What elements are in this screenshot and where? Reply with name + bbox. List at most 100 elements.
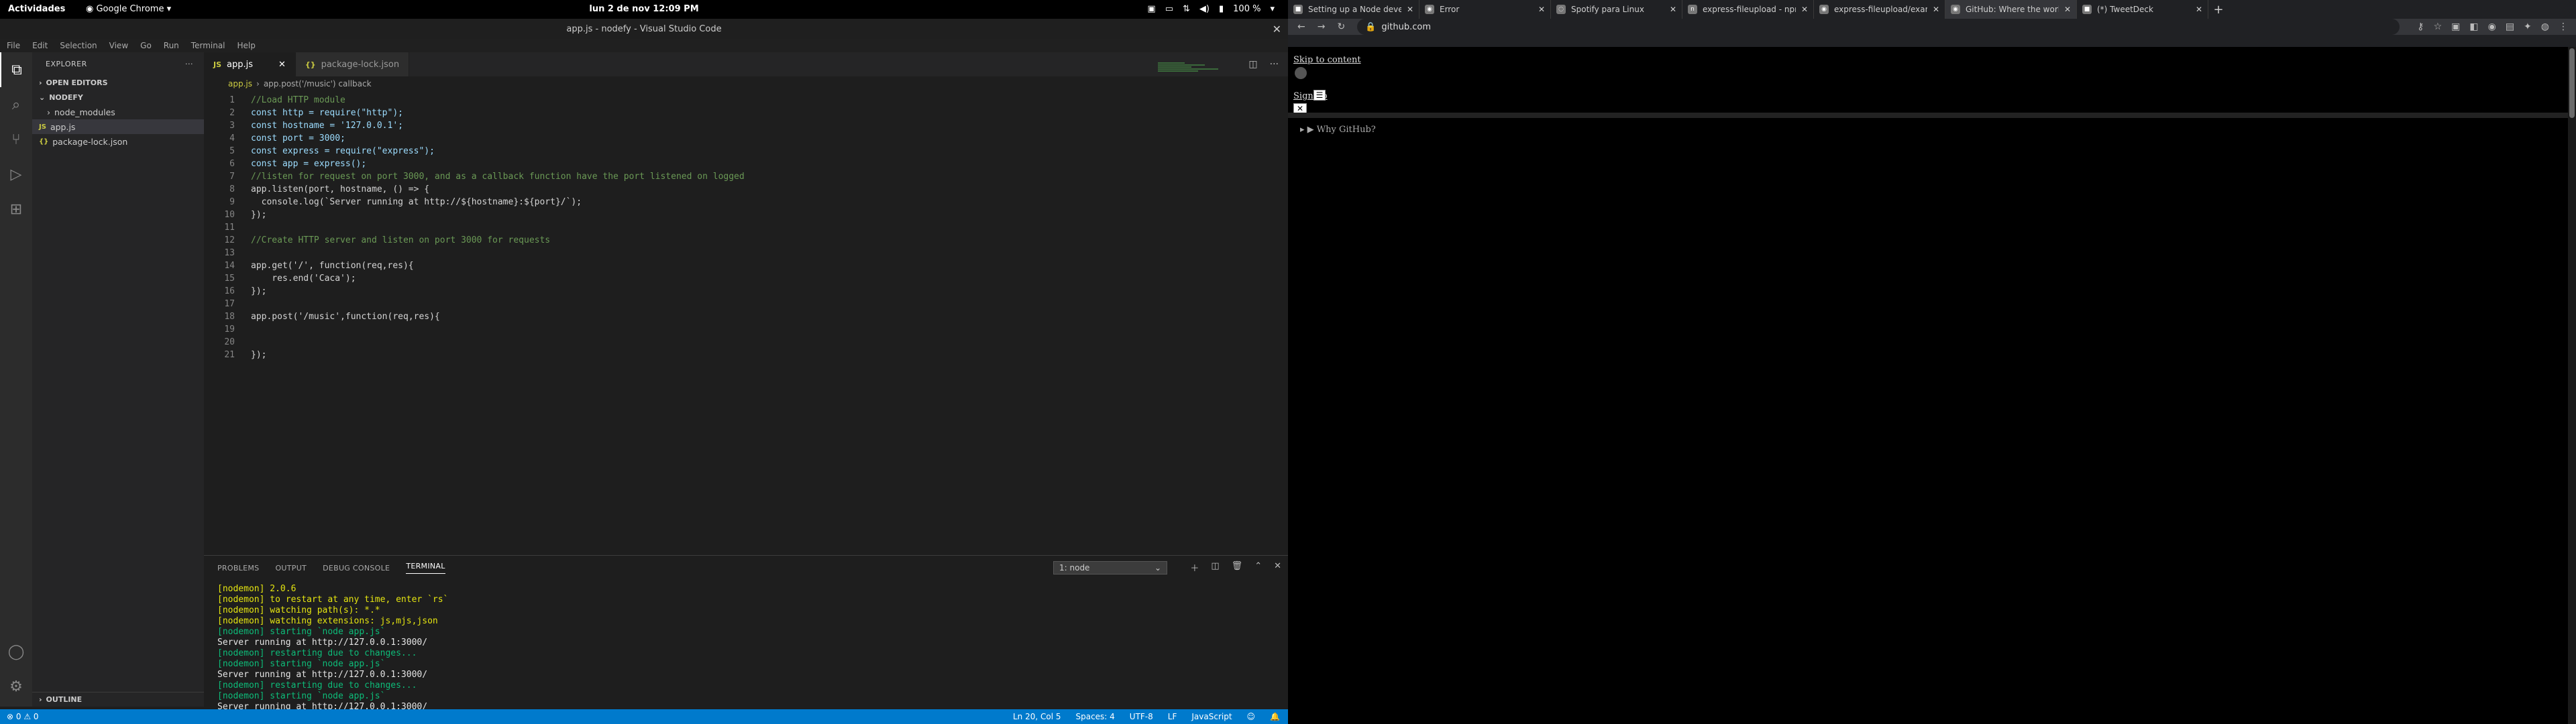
outline-section[interactable]: › OUTLINE (32, 692, 204, 707)
account-icon[interactable]: ◯ (0, 634, 32, 669)
problems-status[interactable]: ⊗ 0 ⚠ 0 (7, 712, 39, 721)
more-actions-icon[interactable]: ··· (1270, 59, 1279, 70)
tab-package-lock[interactable]: {} package-lock.json (295, 52, 410, 76)
clock[interactable]: lun 2 de nov 12:09 PM (0, 4, 1288, 14)
minimap[interactable] (1158, 62, 1225, 86)
chrome-tab[interactable]: n express-fileupload - npm ✕ (1682, 0, 1814, 19)
menu-terminal[interactable]: Terminal (191, 41, 225, 50)
favicon-icon: ◉ (1819, 5, 1829, 14)
scrollbar[interactable] (2568, 47, 2576, 724)
chrome-tab[interactable]: ◉ Error ✕ (1419, 0, 1551, 19)
hamburger-menu-icon[interactable]: ☰ (1313, 90, 1326, 101)
chrome-tab[interactable]: ■ (*) TweetDeck ✕ (2077, 0, 2208, 19)
menu-go[interactable]: Go (140, 41, 152, 50)
close-icon[interactable]: ✕ (1407, 5, 1413, 14)
language-mode[interactable]: JavaScript (1191, 712, 1232, 721)
close-icon[interactable]: ✕ (1538, 5, 1545, 14)
more-icon[interactable]: ··· (185, 60, 193, 68)
avatar[interactable]: ◍ (2541, 21, 2549, 32)
menu-help[interactable]: Help (237, 41, 256, 50)
close-icon[interactable]: ✕ (278, 60, 286, 70)
why-github-label: Why GitHub? (1316, 125, 1376, 135)
menu-file[interactable]: File (7, 41, 20, 50)
chrome-tab[interactable]: ■ Setting up a Node developm ✕ (1288, 0, 1419, 19)
scrollbar-thumb[interactable] (2569, 48, 2575, 118)
extension-icon[interactable]: ▤ (2506, 21, 2514, 32)
back-icon[interactable]: ← (1297, 21, 1305, 32)
close-icon[interactable]: ✕ (1273, 23, 1281, 36)
close-icon[interactable]: ✕ (1801, 5, 1808, 14)
volume-icon: ◀) (1199, 4, 1210, 14)
close-icon[interactable]: ✕ (1670, 5, 1676, 14)
skip-to-content-link[interactable]: Skip to content (1293, 55, 1361, 65)
close-icon[interactable]: ✕ (2196, 5, 2202, 14)
run-debug-icon[interactable]: ▷ (0, 157, 32, 192)
star-icon[interactable]: ☆ (2434, 21, 2443, 32)
chrome-tab[interactable]: ◉ express-fileupload/exampl ✕ (1814, 0, 1945, 19)
close-icon[interactable]: ✕ (2064, 5, 2071, 14)
extension-icon[interactable]: ◉ (2488, 21, 2496, 32)
menu-icon[interactable]: ⋮ (2559, 21, 2568, 32)
extension-icon[interactable]: ▣ (2451, 21, 2460, 32)
project-section[interactable]: ⌄ NODEFY (32, 90, 204, 105)
explorer-title: EXPLORER (46, 59, 87, 68)
tab-problems[interactable]: PROBLEMS (217, 564, 259, 572)
encoding[interactable]: UTF-8 (1130, 712, 1153, 721)
discord-icon[interactable]: ▣ (1147, 4, 1155, 14)
menu-selection[interactable]: Selection (60, 41, 97, 50)
trash-icon[interactable]: 🗑 (1232, 561, 1243, 574)
extension-icon[interactable]: ◧ (2469, 21, 2478, 32)
tab-app-js[interactable]: JS app.js ✕ (204, 52, 296, 76)
add-terminal-icon[interactable]: ＋ (1190, 561, 1199, 574)
address-bar[interactable]: 🔒 github.com (1357, 19, 2400, 35)
chrome-tab[interactable]: ◌ Spotify para Linux ✕ (1551, 0, 1682, 19)
reload-icon[interactable]: ↻ (1337, 21, 1345, 32)
bell-icon[interactable]: 🔔 (1270, 712, 1280, 721)
header-band (1288, 113, 2568, 118)
terminal-line: Server running at http://127.0.0.1:3000/ (217, 670, 428, 680)
status-bar: ⊗ 0 ⚠ 0 Ln 20, Col 5 Spaces: 4 UTF-8 LF … (0, 709, 1288, 724)
breadcrumb-file[interactable]: app.js (228, 79, 252, 88)
split-editor-icon[interactable]: ◫ (1248, 59, 1257, 70)
chrome-tab[interactable]: ◉ GitHub: Where the world bu ✕ (1945, 0, 2077, 19)
system-tray[interactable]: ▣ ▭ ⇅ ◀) ▮ 100 % ▾ (1147, 4, 1275, 14)
gear-icon[interactable]: ⚙ (0, 669, 32, 704)
puzzle-icon[interactable]: ✦ (2524, 21, 2532, 32)
indentation[interactable]: Spaces: 4 (1075, 712, 1114, 721)
tab-terminal[interactable]: TERMINAL (406, 562, 445, 574)
github-logo-icon[interactable] (1295, 67, 1307, 79)
tab-output[interactable]: OUTPUT (275, 564, 307, 572)
line-number: 2 (229, 108, 235, 118)
chevron-down-icon[interactable]: ▾ (1270, 4, 1275, 14)
tree-item-package-lock[interactable]: {} package-lock.json (32, 134, 204, 149)
extensions-icon[interactable]: ⊞ (0, 192, 32, 227)
feedback-icon[interactable]: ☺ (1247, 712, 1256, 721)
menu-run[interactable]: Run (164, 41, 179, 50)
tree-item-node-modules[interactable]: › node_modules (32, 105, 204, 119)
split-terminal-icon[interactable]: ◫ (1211, 561, 1219, 574)
code-editor[interactable]: 1 //Load HTTP module 2 const http = require… (204, 93, 1288, 468)
menu-edit[interactable]: Edit (32, 41, 48, 50)
search-icon[interactable]: ⌕ (0, 87, 32, 122)
terminal-output[interactable]: [nodemon] 2.0.6 [nodemon] to restart at a… (217, 584, 448, 723)
forward-icon[interactable]: → (1318, 21, 1326, 32)
tree-item-app-js[interactable]: JS app.js (32, 119, 204, 134)
breadcrumb-symbol[interactable]: app.post('/music') callback (264, 79, 372, 88)
terminal-select[interactable]: 1: node ⌄ (1053, 561, 1167, 575)
open-editors-section[interactable]: › OPEN EDITORS (32, 75, 204, 90)
close-icon[interactable]: ✕ (1933, 5, 1939, 14)
source-control-icon[interactable]: ⑂ (0, 122, 32, 157)
line-ending[interactable]: LF (1168, 712, 1177, 721)
tab-debug-console[interactable]: DEBUG CONSOLE (323, 564, 390, 572)
screen-icon[interactable]: ▭ (1165, 4, 1173, 14)
chevron-up-icon[interactable]: ⌃ (1254, 561, 1262, 574)
line-number: 3 (229, 121, 235, 131)
files-icon[interactable]: ⧉ (0, 52, 32, 87)
why-github-item[interactable]: ▸ ▶ Why GitHub? (1300, 125, 1376, 135)
close-icon[interactable]: ✕ (1274, 561, 1281, 574)
menu-view[interactable]: View (109, 41, 128, 50)
key-icon[interactable]: ⚷ (2417, 21, 2424, 32)
new-tab-button[interactable]: + (2208, 0, 2229, 19)
cursor-position[interactable]: Ln 20, Col 5 (1013, 712, 1061, 721)
line-number: 14 (224, 261, 235, 271)
